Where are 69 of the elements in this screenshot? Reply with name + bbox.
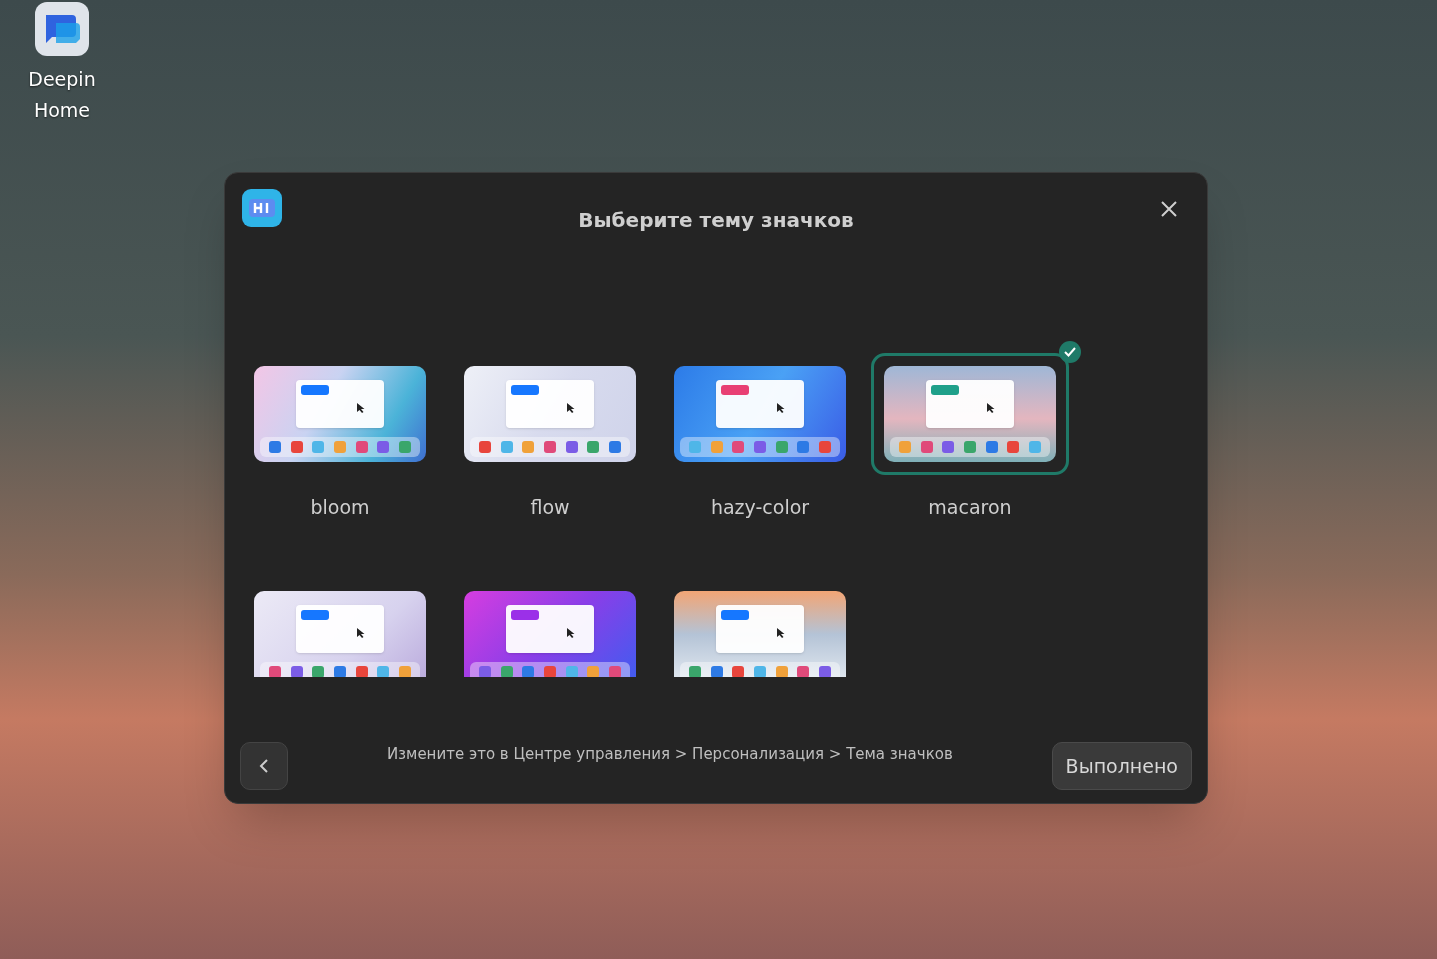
theme-option[interactable] [871, 353, 1069, 475]
app-icon [985, 441, 998, 453]
app-icon [399, 441, 412, 453]
app-icon [775, 666, 788, 677]
app-icon [898, 441, 911, 453]
app-icon [478, 441, 491, 453]
app-icon [819, 441, 832, 453]
dialog-title: Выберите тему значков [578, 207, 854, 234]
app-icon [797, 441, 810, 453]
app-icon [963, 441, 976, 453]
app-icon [565, 441, 578, 453]
app-icon [1029, 441, 1042, 453]
app-icon [688, 441, 701, 453]
app-icon [920, 441, 933, 453]
app-icon [333, 666, 346, 677]
app-icon [333, 441, 346, 453]
pointer-icon [356, 402, 366, 414]
app-icon [312, 666, 325, 677]
app-icon [732, 666, 745, 677]
hint-text: Измените это в Центре управления > Персонализация > Тема значков [386, 743, 953, 765]
app-icon [942, 441, 955, 453]
app-icon [587, 441, 600, 453]
theme-name: macaron [928, 495, 1012, 519]
app-icon [399, 666, 412, 677]
theme-name: flow [530, 495, 570, 519]
app-icon [522, 666, 535, 677]
app-icon [522, 441, 535, 453]
app-icon [290, 441, 303, 453]
app-icon [268, 666, 281, 677]
checkmark-icon [1059, 341, 1081, 363]
desktop-icon-label[interactable]: Deepin Home [14, 64, 110, 126]
app-icon [500, 666, 513, 677]
app-icon [753, 441, 766, 453]
app-icon [710, 666, 723, 677]
app-icon [587, 666, 600, 677]
pointer-icon [776, 627, 786, 639]
app-icon [609, 666, 622, 677]
app-icon [543, 441, 556, 453]
app-icon [797, 666, 810, 677]
app-icon [753, 666, 766, 677]
theme-name: bloom [310, 495, 370, 519]
app-icon [312, 441, 325, 453]
pointer-icon [356, 627, 366, 639]
pointer-icon [566, 402, 576, 414]
app-icon [543, 666, 556, 677]
app-icon [268, 441, 281, 453]
pointer-icon [986, 402, 996, 414]
app-icon [688, 666, 701, 677]
app-icon [1007, 441, 1020, 453]
app-icon [355, 441, 368, 453]
chat-bubble-icon[interactable] [35, 2, 89, 56]
app-logo-icon [242, 189, 282, 227]
app-icon [500, 441, 513, 453]
app-icon [377, 666, 390, 677]
app-icon [478, 666, 491, 677]
done-button[interactable]: Выполнено [1051, 742, 1192, 790]
chevron-left-icon [259, 758, 269, 774]
app-icon [609, 441, 622, 453]
app-icon [775, 441, 788, 453]
app-icon [565, 666, 578, 677]
pointer-icon [776, 402, 786, 414]
app-icon [819, 666, 832, 677]
app-icon [290, 666, 303, 677]
app-icon [377, 441, 390, 453]
theme-name: hazy-color [710, 495, 810, 519]
pointer-icon [566, 627, 576, 639]
app-icon [355, 666, 368, 677]
app-icon [732, 441, 745, 453]
app-icon [710, 441, 723, 453]
